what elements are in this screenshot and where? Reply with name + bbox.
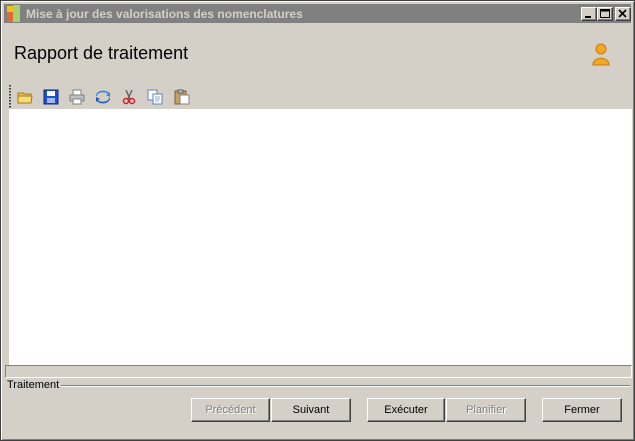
- toolbar-grip[interactable]: [9, 85, 11, 109]
- minimize-icon: [585, 16, 591, 18]
- print-icon: [69, 89, 85, 105]
- report-area[interactable]: [9, 109, 632, 365]
- refresh-icon: [96, 90, 110, 104]
- paste-icon: [174, 89, 190, 105]
- open-button[interactable]: [15, 87, 35, 107]
- schedule-button[interactable]: Planifier: [446, 398, 526, 422]
- page-title: Rapport de traitement: [14, 43, 189, 63]
- main-window: Mise à jour des valorisations des nomenc…: [0, 0, 635, 441]
- maximize-button[interactable]: [597, 7, 613, 21]
- cut-button[interactable]: [119, 87, 139, 107]
- group-label: Traitement: [7, 379, 62, 391]
- minimize-button[interactable]: [581, 7, 597, 21]
- maximize-icon: [600, 9, 610, 18]
- title-bar[interactable]: Mise à jour des valorisations des nomenc…: [4, 4, 631, 23]
- user-icon: [592, 43, 610, 66]
- close-button[interactable]: [615, 7, 631, 21]
- refresh-button[interactable]: [93, 87, 113, 107]
- close-icon: [618, 9, 627, 18]
- next-button[interactable]: Suivant: [271, 398, 351, 422]
- folder-icon: [17, 92, 33, 104]
- execute-button[interactable]: Exécuter: [367, 398, 445, 422]
- save-button[interactable]: [41, 87, 61, 107]
- group-divider: [61, 385, 630, 387]
- window-title: Mise à jour des valorisations des nomenc…: [26, 7, 303, 21]
- horizontal-scrollbar[interactable]: [5, 365, 632, 378]
- print-button[interactable]: [67, 87, 87, 107]
- close-window-button[interactable]: Fermer: [542, 398, 622, 422]
- save-icon: [43, 89, 59, 105]
- copy-button[interactable]: [145, 87, 165, 107]
- toolbar: [9, 85, 209, 109]
- app-icon: [7, 5, 20, 22]
- cut-icon: [122, 89, 136, 105]
- paste-button[interactable]: [172, 87, 192, 107]
- previous-button[interactable]: Précédent: [191, 398, 270, 422]
- copy-icon: [147, 89, 163, 105]
